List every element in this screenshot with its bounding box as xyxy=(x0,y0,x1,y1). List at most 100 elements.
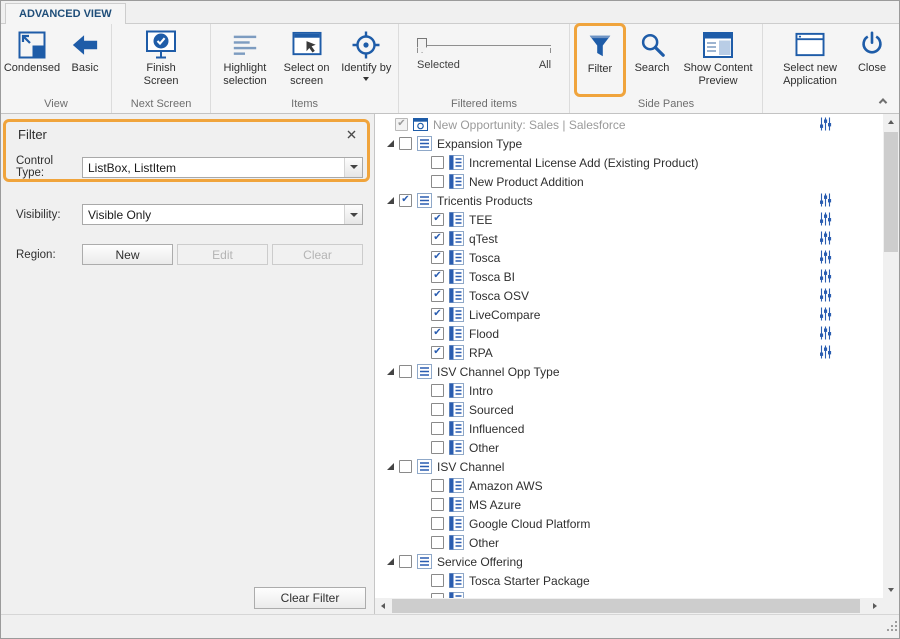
tree-row[interactable]: Tricentis Products xyxy=(375,191,883,210)
vertical-scrollbar[interactable] xyxy=(883,114,899,598)
tree-row[interactable]: ISV Channel Opp Type xyxy=(375,362,883,381)
tree-row[interactable]: RPA xyxy=(375,343,883,362)
finish-screen-button[interactable]: Finish Screen xyxy=(132,25,190,89)
row-checkbox[interactable] xyxy=(399,137,412,150)
tree-row[interactable]: Tosca BI xyxy=(375,267,883,286)
resize-grip[interactable] xyxy=(885,619,898,637)
tree-row[interactable]: Other xyxy=(375,533,883,552)
row-checkbox[interactable] xyxy=(431,422,444,435)
row-checkbox[interactable] xyxy=(431,536,444,549)
select-new-application-icon xyxy=(794,28,826,61)
tree-row[interactable]: New Opportunity: Sales | Salesforce xyxy=(375,115,883,134)
row-checkbox[interactable] xyxy=(431,403,444,416)
basic-button[interactable]: Basic xyxy=(61,25,109,77)
slider-track[interactable] xyxy=(417,38,551,54)
scroll-down-button[interactable] xyxy=(883,582,899,598)
tree-row[interactable]: Google Cloud Platform xyxy=(375,514,883,533)
row-checkbox[interactable] xyxy=(431,498,444,511)
scroll-up-button[interactable] xyxy=(883,114,899,130)
tree-row[interactable]: Tosca Starter Package xyxy=(375,571,883,590)
row-checkbox[interactable] xyxy=(431,289,444,302)
row-checkbox[interactable] xyxy=(431,270,444,283)
row-checkbox[interactable] xyxy=(431,441,444,454)
visibility-dropdown[interactable]: Visible Only xyxy=(82,204,363,225)
tree-row[interactable]: MS Azure xyxy=(375,495,883,514)
expander-icon[interactable] xyxy=(387,368,394,375)
row-checkbox[interactable] xyxy=(431,384,444,397)
tree-row[interactable] xyxy=(375,590,883,598)
tree-row[interactable]: Flood xyxy=(375,324,883,343)
expander-icon[interactable] xyxy=(387,558,394,565)
row-checkbox[interactable] xyxy=(431,232,444,245)
identify-by-button[interactable]: Identify by xyxy=(336,25,396,83)
tree-row[interactable]: Other xyxy=(375,438,883,457)
listitem-icon xyxy=(449,516,464,531)
tree-row[interactable]: Tosca OSV xyxy=(375,286,883,305)
tree-row[interactable]: New Product Addition xyxy=(375,172,883,191)
expander-icon[interactable] xyxy=(387,463,394,470)
clear-filter-button[interactable]: Clear Filter xyxy=(254,587,366,609)
highlight-selection-button[interactable]: Highlight selection xyxy=(213,25,277,89)
vertical-scroll-thumb[interactable] xyxy=(884,132,898,252)
filtered-items-slider[interactable]: Selected All xyxy=(417,38,551,71)
condensed-button[interactable]: Condensed xyxy=(3,25,61,77)
show-content-preview-button[interactable]: Show Content Preview xyxy=(676,25,760,89)
collapse-ribbon-button[interactable] xyxy=(874,93,892,108)
group-label-view: View xyxy=(3,98,109,113)
filter-button[interactable]: Filter xyxy=(577,26,623,92)
expander-icon[interactable] xyxy=(387,140,394,147)
tree-row[interactable]: Incremental License Add (Existing Produc… xyxy=(375,153,883,172)
filter-panel: Filter Control Type: ListBox, ListItem V… xyxy=(1,114,375,614)
horizontal-scrollbar[interactable] xyxy=(375,598,883,614)
row-checkbox[interactable] xyxy=(431,251,444,264)
tree-row[interactable]: Service Offering xyxy=(375,552,883,571)
horizontal-scroll-thumb[interactable] xyxy=(392,599,860,613)
row-checkbox[interactable] xyxy=(399,460,412,473)
control-type-dropdown[interactable]: ListBox, ListItem xyxy=(82,157,363,178)
row-checkbox[interactable] xyxy=(399,365,412,378)
tree-row[interactable]: Expansion Type xyxy=(375,134,883,153)
row-label: Tosca BI xyxy=(469,270,515,284)
close-icon[interactable] xyxy=(344,128,358,142)
slider-thumb[interactable] xyxy=(417,38,427,53)
row-checkbox[interactable] xyxy=(395,118,408,131)
tree-row[interactable]: Tosca xyxy=(375,248,883,267)
row-checkbox[interactable] xyxy=(431,308,444,321)
row-checkbox[interactable] xyxy=(399,555,412,568)
select-on-screen-button[interactable]: Select on screen xyxy=(277,25,337,89)
dropdown-caret-button[interactable] xyxy=(344,158,362,177)
close-button[interactable]: Close xyxy=(847,25,897,77)
scroll-left-button[interactable] xyxy=(375,598,391,614)
tree-row[interactable]: Amazon AWS xyxy=(375,476,883,495)
scroll-right-button[interactable] xyxy=(867,598,883,614)
row-label: Sourced xyxy=(469,403,514,417)
row-checkbox[interactable] xyxy=(431,175,444,188)
tree-row[interactable]: TEE xyxy=(375,210,883,229)
select-new-application-button[interactable]: Select new Application xyxy=(773,25,847,89)
ribbon-group-items: Highlight selection Select on screen Ide… xyxy=(211,24,399,113)
row-checkbox[interactable] xyxy=(431,346,444,359)
back-arrow-icon xyxy=(71,28,99,61)
tab-advanced-view[interactable]: ADVANCED VIEW xyxy=(5,3,126,24)
tree-row[interactable]: ISV Channel xyxy=(375,457,883,476)
listitem-icon xyxy=(449,497,464,512)
row-checkbox[interactable] xyxy=(431,213,444,226)
row-checkbox[interactable] xyxy=(431,327,444,340)
sliders-icon xyxy=(819,212,832,226)
row-checkbox[interactable] xyxy=(431,517,444,530)
row-checkbox[interactable] xyxy=(399,194,412,207)
row-checkbox[interactable] xyxy=(431,574,444,587)
row-checkbox[interactable] xyxy=(431,479,444,492)
tree-row[interactable]: qTest xyxy=(375,229,883,248)
expander-icon[interactable] xyxy=(387,197,394,204)
select-on-screen-icon xyxy=(291,28,323,61)
filter-panel-title: Filter xyxy=(18,127,47,142)
search-button[interactable]: Search xyxy=(628,25,676,77)
tree-row[interactable]: LiveCompare xyxy=(375,305,883,324)
dropdown-caret-button[interactable] xyxy=(344,205,362,224)
tree-row[interactable]: Influenced xyxy=(375,419,883,438)
row-checkbox[interactable] xyxy=(431,156,444,169)
tree-row[interactable]: Intro xyxy=(375,381,883,400)
tree-row[interactable]: Sourced xyxy=(375,400,883,419)
region-new-button[interactable]: New xyxy=(82,244,173,265)
